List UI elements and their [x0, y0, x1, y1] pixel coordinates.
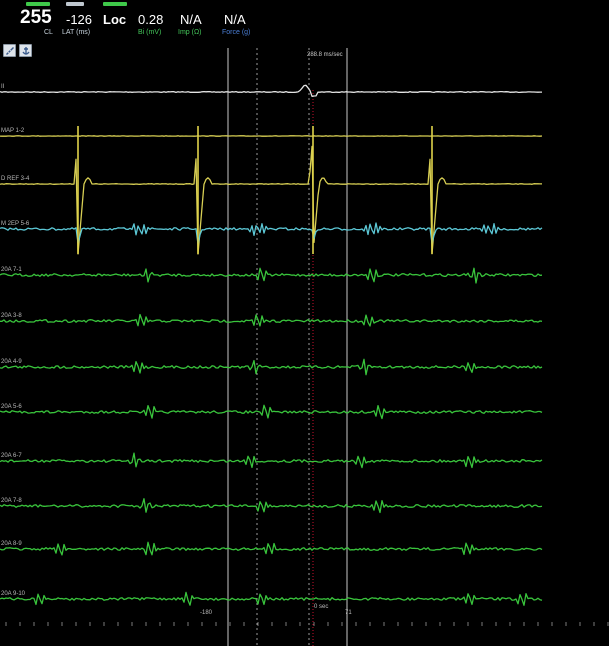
bipolar-voltage-readout: 0.28 Bi (mV) [138, 0, 178, 42]
bipolar-voltage-label: Bi (mV) [138, 29, 162, 36]
cycle-length-label: CL [44, 29, 53, 36]
trace-5 [0, 313, 543, 327]
impedance-value: N/A [180, 12, 202, 27]
trace-4 [0, 267, 543, 284]
channel-label: II [1, 84, 5, 90]
cycle-length-readout: 255 CL [18, 0, 58, 42]
time-label-zero: 0 sec [314, 604, 328, 610]
channel-label: M 2EP 5-6 [1, 221, 30, 227]
time-label-right: 71 [345, 610, 352, 616]
electrogram-tracing-area[interactable]: 288.8 ms/sec II MAP 1-2 D REF 3-4 M 2EP 5-6 2… [0, 42, 609, 646]
trace-8 [0, 452, 543, 469]
cycle-length-flag [26, 2, 50, 6]
lat-readout: -126 LAT (ms) [62, 0, 102, 42]
readout-bar: 255 CL -126 LAT (ms) Loc 0.28 Bi (mV) N/… [0, 0, 609, 42]
force-readout: N/A Force (g) [222, 0, 262, 42]
time-label-left: -180 [200, 610, 213, 616]
channel-label: 20A 7-8 [1, 498, 22, 504]
force-value: N/A [224, 12, 246, 27]
channel-label: 20A 4-9 [1, 359, 22, 365]
channel-label: D REF 3-4 [1, 176, 30, 182]
channel-label: 20A 8-9 [1, 541, 22, 547]
channel-label: 20A 9-10 [1, 591, 26, 597]
channel-label: 20A 7-1 [1, 267, 22, 273]
channel-label: MAP 1-2 [1, 128, 25, 134]
trace-7 [0, 404, 543, 420]
loc-readout: Loc [103, 0, 133, 42]
loc-flag [103, 2, 127, 6]
channel-label: 20A 6-7 [1, 453, 22, 459]
impedance-label: Imp (Ω) [178, 29, 202, 36]
electrogram-svg: 288.8 ms/sec II MAP 1-2 D REF 3-4 M 2EP 5-6 2… [0, 48, 609, 646]
trace-0 [0, 84, 542, 97]
lat-flag [66, 2, 84, 6]
trace-2 [0, 145, 542, 255]
bipolar-voltage-value: 0.28 [138, 12, 164, 27]
trace-11 [0, 591, 543, 606]
lat-label: LAT (ms) [62, 29, 91, 36]
loc-value: Loc [103, 12, 127, 27]
trace-6 [0, 358, 543, 376]
channel-label: 20A 3-8 [1, 313, 22, 319]
trace-9 [0, 498, 543, 514]
impedance-readout: N/A Imp (Ω) [178, 0, 220, 42]
force-label: Force (g) [222, 29, 251, 36]
trace-10 [0, 541, 543, 556]
trace-3 [0, 222, 543, 245]
lat-value: -126 [66, 12, 93, 27]
cycle-length-value: 255 [20, 7, 52, 28]
caliper-readout: 288.8 ms/sec [307, 52, 343, 58]
channel-label: 20A 5-6 [1, 404, 22, 410]
